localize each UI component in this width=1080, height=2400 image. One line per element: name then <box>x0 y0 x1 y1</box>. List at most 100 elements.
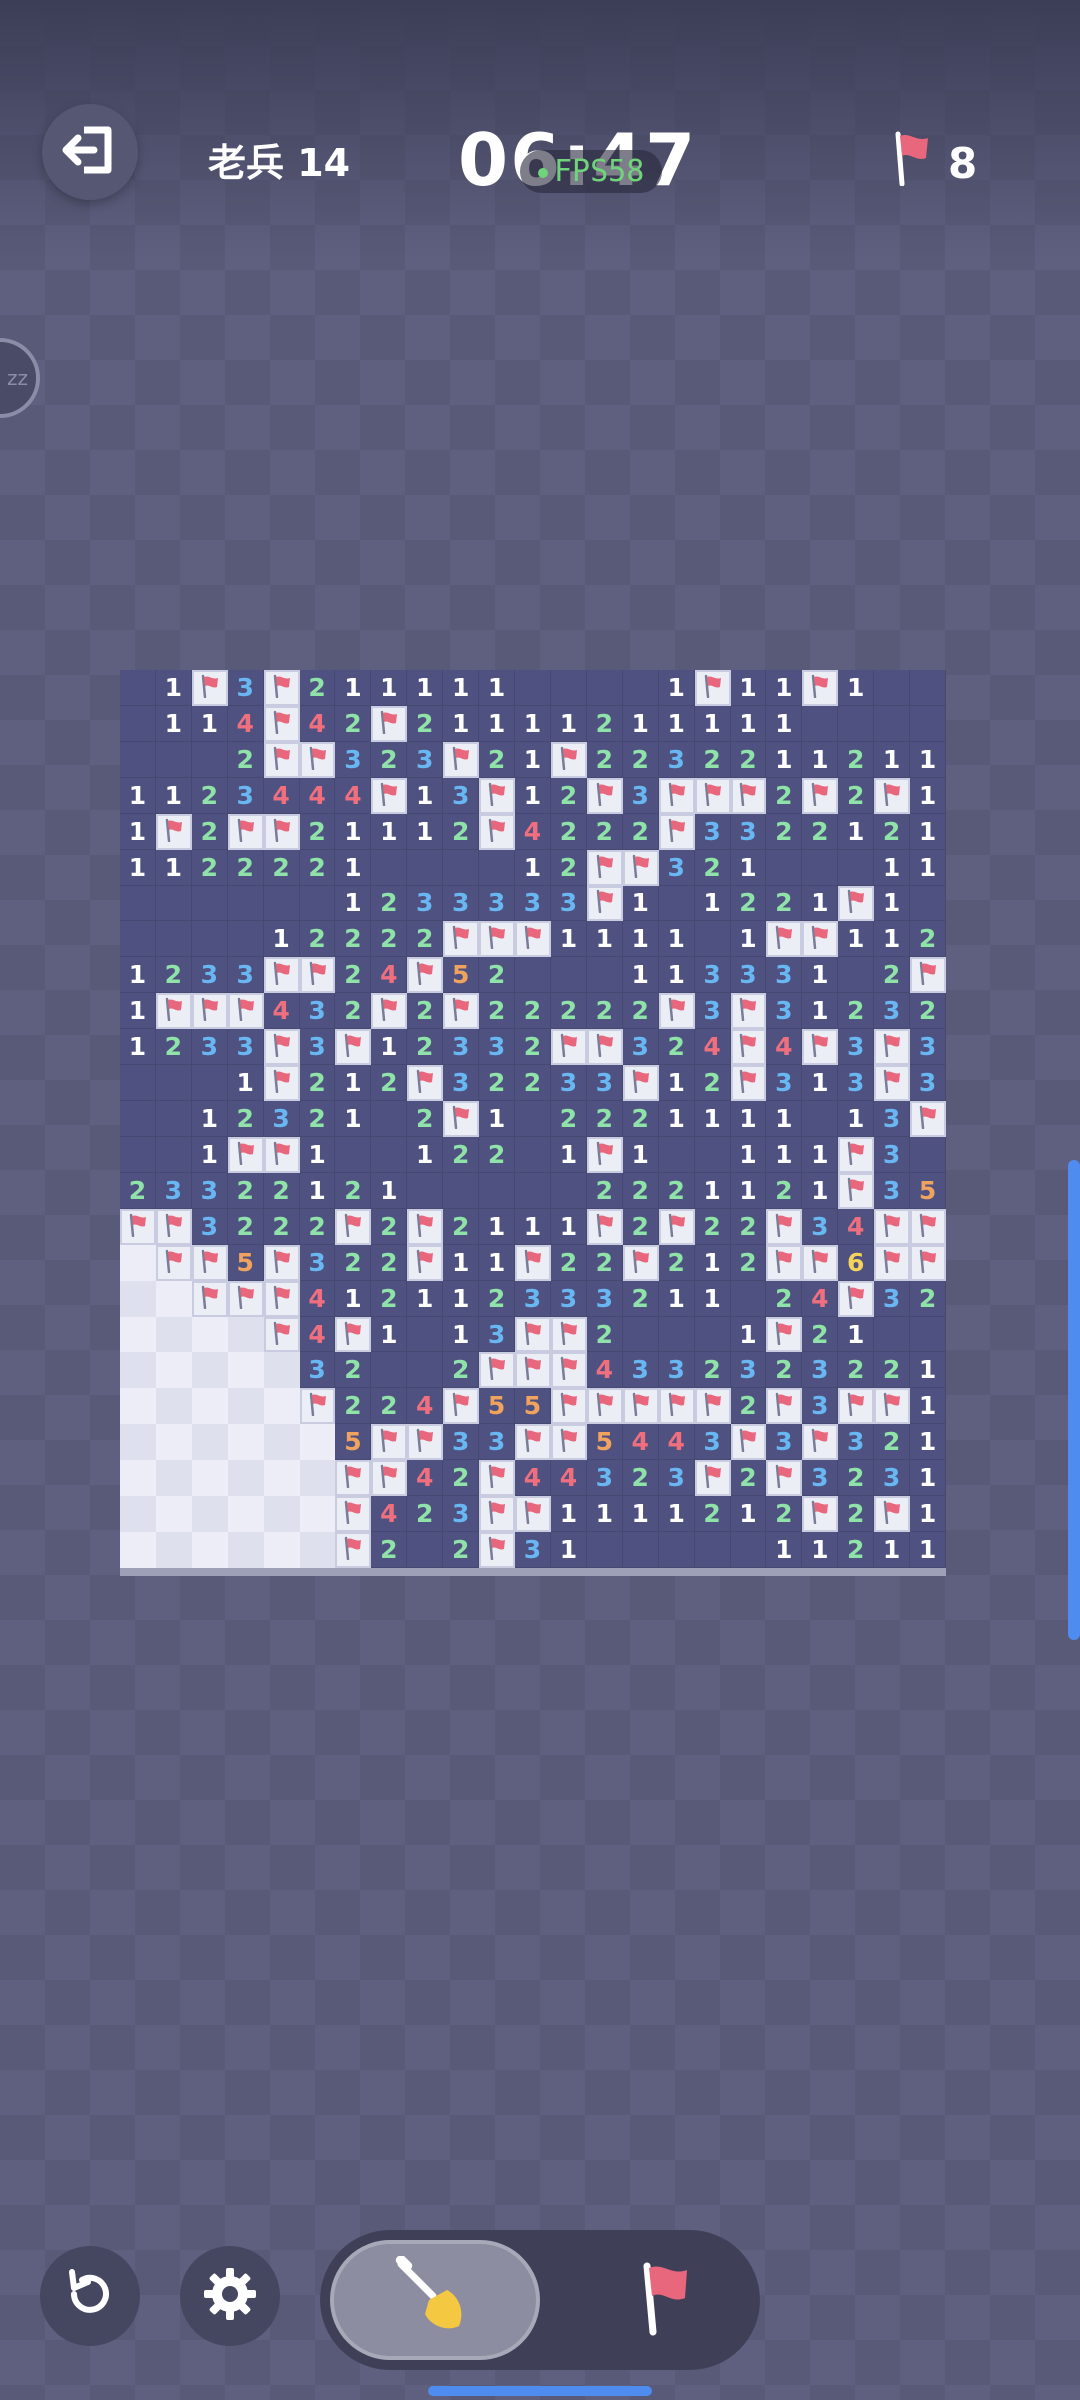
number-cell[interactable]: 4 <box>227 705 264 742</box>
flagged-cell[interactable] <box>658 993 695 1030</box>
empty-cell[interactable] <box>622 670 659 706</box>
number-cell[interactable]: 2 <box>838 1496 875 1533</box>
number-cell[interactable]: 1 <box>802 957 839 994</box>
undo-button[interactable] <box>40 2246 140 2346</box>
flagged-cell[interactable] <box>515 1316 551 1353</box>
number-cell[interactable]: 1 <box>515 705 551 742</box>
number-cell[interactable]: 2 <box>550 1244 587 1281</box>
number-cell[interactable]: 1 <box>622 1496 659 1533</box>
flagged-cell[interactable] <box>191 1280 228 1317</box>
number-cell[interactable]: 3 <box>802 1388 839 1425</box>
number-cell[interactable]: 3 <box>910 1029 946 1066</box>
number-cell[interactable]: 2 <box>838 1460 875 1497</box>
number-cell[interactable]: 2 <box>371 885 408 922</box>
flagged-cell[interactable] <box>371 1460 408 1497</box>
number-cell[interactable]: 4 <box>515 813 551 850</box>
flagged-cell[interactable] <box>515 1352 551 1389</box>
number-cell[interactable]: 2 <box>838 993 875 1030</box>
empty-cell[interactable] <box>371 1352 408 1389</box>
unopened-cell[interactable] <box>155 1388 192 1425</box>
number-cell[interactable]: 1 <box>730 705 767 742</box>
unopened-cell[interactable] <box>299 1424 336 1461</box>
number-cell[interactable]: 1 <box>550 1208 587 1245</box>
flagged-cell[interactable] <box>838 1136 875 1173</box>
flagged-cell[interactable] <box>479 1496 516 1533</box>
empty-cell[interactable] <box>694 921 731 958</box>
empty-cell[interactable] <box>479 1172 516 1209</box>
number-cell[interactable]: 2 <box>299 849 336 886</box>
flagged-cell[interactable] <box>263 957 300 994</box>
number-cell[interactable]: 1 <box>335 670 372 706</box>
number-cell[interactable]: 2 <box>766 1280 803 1317</box>
empty-cell[interactable] <box>730 1532 767 1568</box>
number-cell[interactable]: 2 <box>766 885 803 922</box>
flagged-cell[interactable] <box>766 1316 803 1353</box>
flagged-cell[interactable] <box>910 1244 946 1281</box>
flagged-cell[interactable] <box>586 1136 623 1173</box>
flagged-cell[interactable] <box>586 1208 623 1245</box>
number-cell[interactable]: 3 <box>443 1065 480 1102</box>
number-cell[interactable]: 2 <box>371 1065 408 1102</box>
number-cell[interactable]: 3 <box>766 993 803 1030</box>
number-cell[interactable]: 2 <box>838 741 875 778</box>
number-cell[interactable]: 3 <box>299 993 336 1030</box>
number-cell[interactable]: 5 <box>443 957 480 994</box>
number-cell[interactable]: 2 <box>874 813 911 850</box>
number-cell[interactable]: 3 <box>874 1101 911 1137</box>
number-cell[interactable]: 2 <box>371 1280 408 1317</box>
number-cell[interactable]: 4 <box>299 1316 336 1353</box>
number-cell[interactable]: 2 <box>335 705 372 742</box>
number-cell[interactable]: 3 <box>694 957 731 994</box>
number-cell[interactable]: 1 <box>694 1172 731 1209</box>
number-cell[interactable]: 2 <box>622 1460 659 1497</box>
number-cell[interactable]: 4 <box>622 1424 659 1461</box>
number-cell[interactable]: 1 <box>694 705 731 742</box>
flagged-cell[interactable] <box>874 1496 911 1533</box>
flagged-cell[interactable] <box>335 1496 372 1533</box>
number-cell[interactable]: 2 <box>479 1136 516 1173</box>
flagged-cell[interactable] <box>227 813 264 850</box>
empty-cell[interactable] <box>766 849 803 886</box>
flagged-cell[interactable] <box>586 885 623 922</box>
flagged-cell[interactable] <box>766 1460 803 1497</box>
flagged-cell[interactable] <box>263 1280 300 1317</box>
number-cell[interactable]: 1 <box>407 1280 444 1317</box>
flagged-cell[interactable] <box>730 993 767 1030</box>
empty-cell[interactable] <box>120 741 156 778</box>
number-cell[interactable]: 1 <box>371 1029 408 1066</box>
number-cell[interactable]: 3 <box>658 1352 695 1389</box>
number-cell[interactable]: 3 <box>874 1172 911 1209</box>
flagged-cell[interactable] <box>371 705 408 742</box>
number-cell[interactable]: 4 <box>838 1208 875 1245</box>
flagged-cell[interactable] <box>263 1316 300 1353</box>
empty-cell[interactable] <box>910 1136 946 1173</box>
number-cell[interactable]: 2 <box>479 741 516 778</box>
number-cell[interactable]: 2 <box>586 1244 623 1281</box>
empty-cell[interactable] <box>694 1316 731 1353</box>
flagged-cell[interactable] <box>802 1496 839 1533</box>
number-cell[interactable]: 2 <box>838 1352 875 1389</box>
number-cell[interactable]: 2 <box>443 1136 480 1173</box>
unopened-cell[interactable] <box>263 1388 300 1425</box>
flagged-cell[interactable] <box>694 777 731 814</box>
number-cell[interactable]: 3 <box>874 1460 911 1497</box>
number-cell[interactable]: 4 <box>550 1460 587 1497</box>
number-cell[interactable]: 2 <box>335 957 372 994</box>
number-cell[interactable]: 2 <box>622 741 659 778</box>
empty-cell[interactable] <box>838 849 875 886</box>
flagged-cell[interactable] <box>479 1532 516 1568</box>
flagged-cell[interactable] <box>407 1244 444 1281</box>
number-cell[interactable]: 5 <box>910 1172 946 1209</box>
number-cell[interactable]: 2 <box>622 993 659 1030</box>
number-cell[interactable]: 4 <box>802 1280 839 1317</box>
flagged-cell[interactable] <box>263 1136 300 1173</box>
empty-cell[interactable] <box>658 1136 695 1173</box>
number-cell[interactable]: 1 <box>335 1065 372 1102</box>
number-cell[interactable]: 5 <box>227 1244 264 1281</box>
number-cell[interactable]: 2 <box>694 1208 731 1245</box>
flagged-cell[interactable] <box>263 1244 300 1281</box>
number-cell[interactable]: 2 <box>586 741 623 778</box>
flagged-cell[interactable] <box>263 1029 300 1066</box>
number-cell[interactable]: 1 <box>730 1316 767 1353</box>
number-cell[interactable]: 1 <box>766 1136 803 1173</box>
